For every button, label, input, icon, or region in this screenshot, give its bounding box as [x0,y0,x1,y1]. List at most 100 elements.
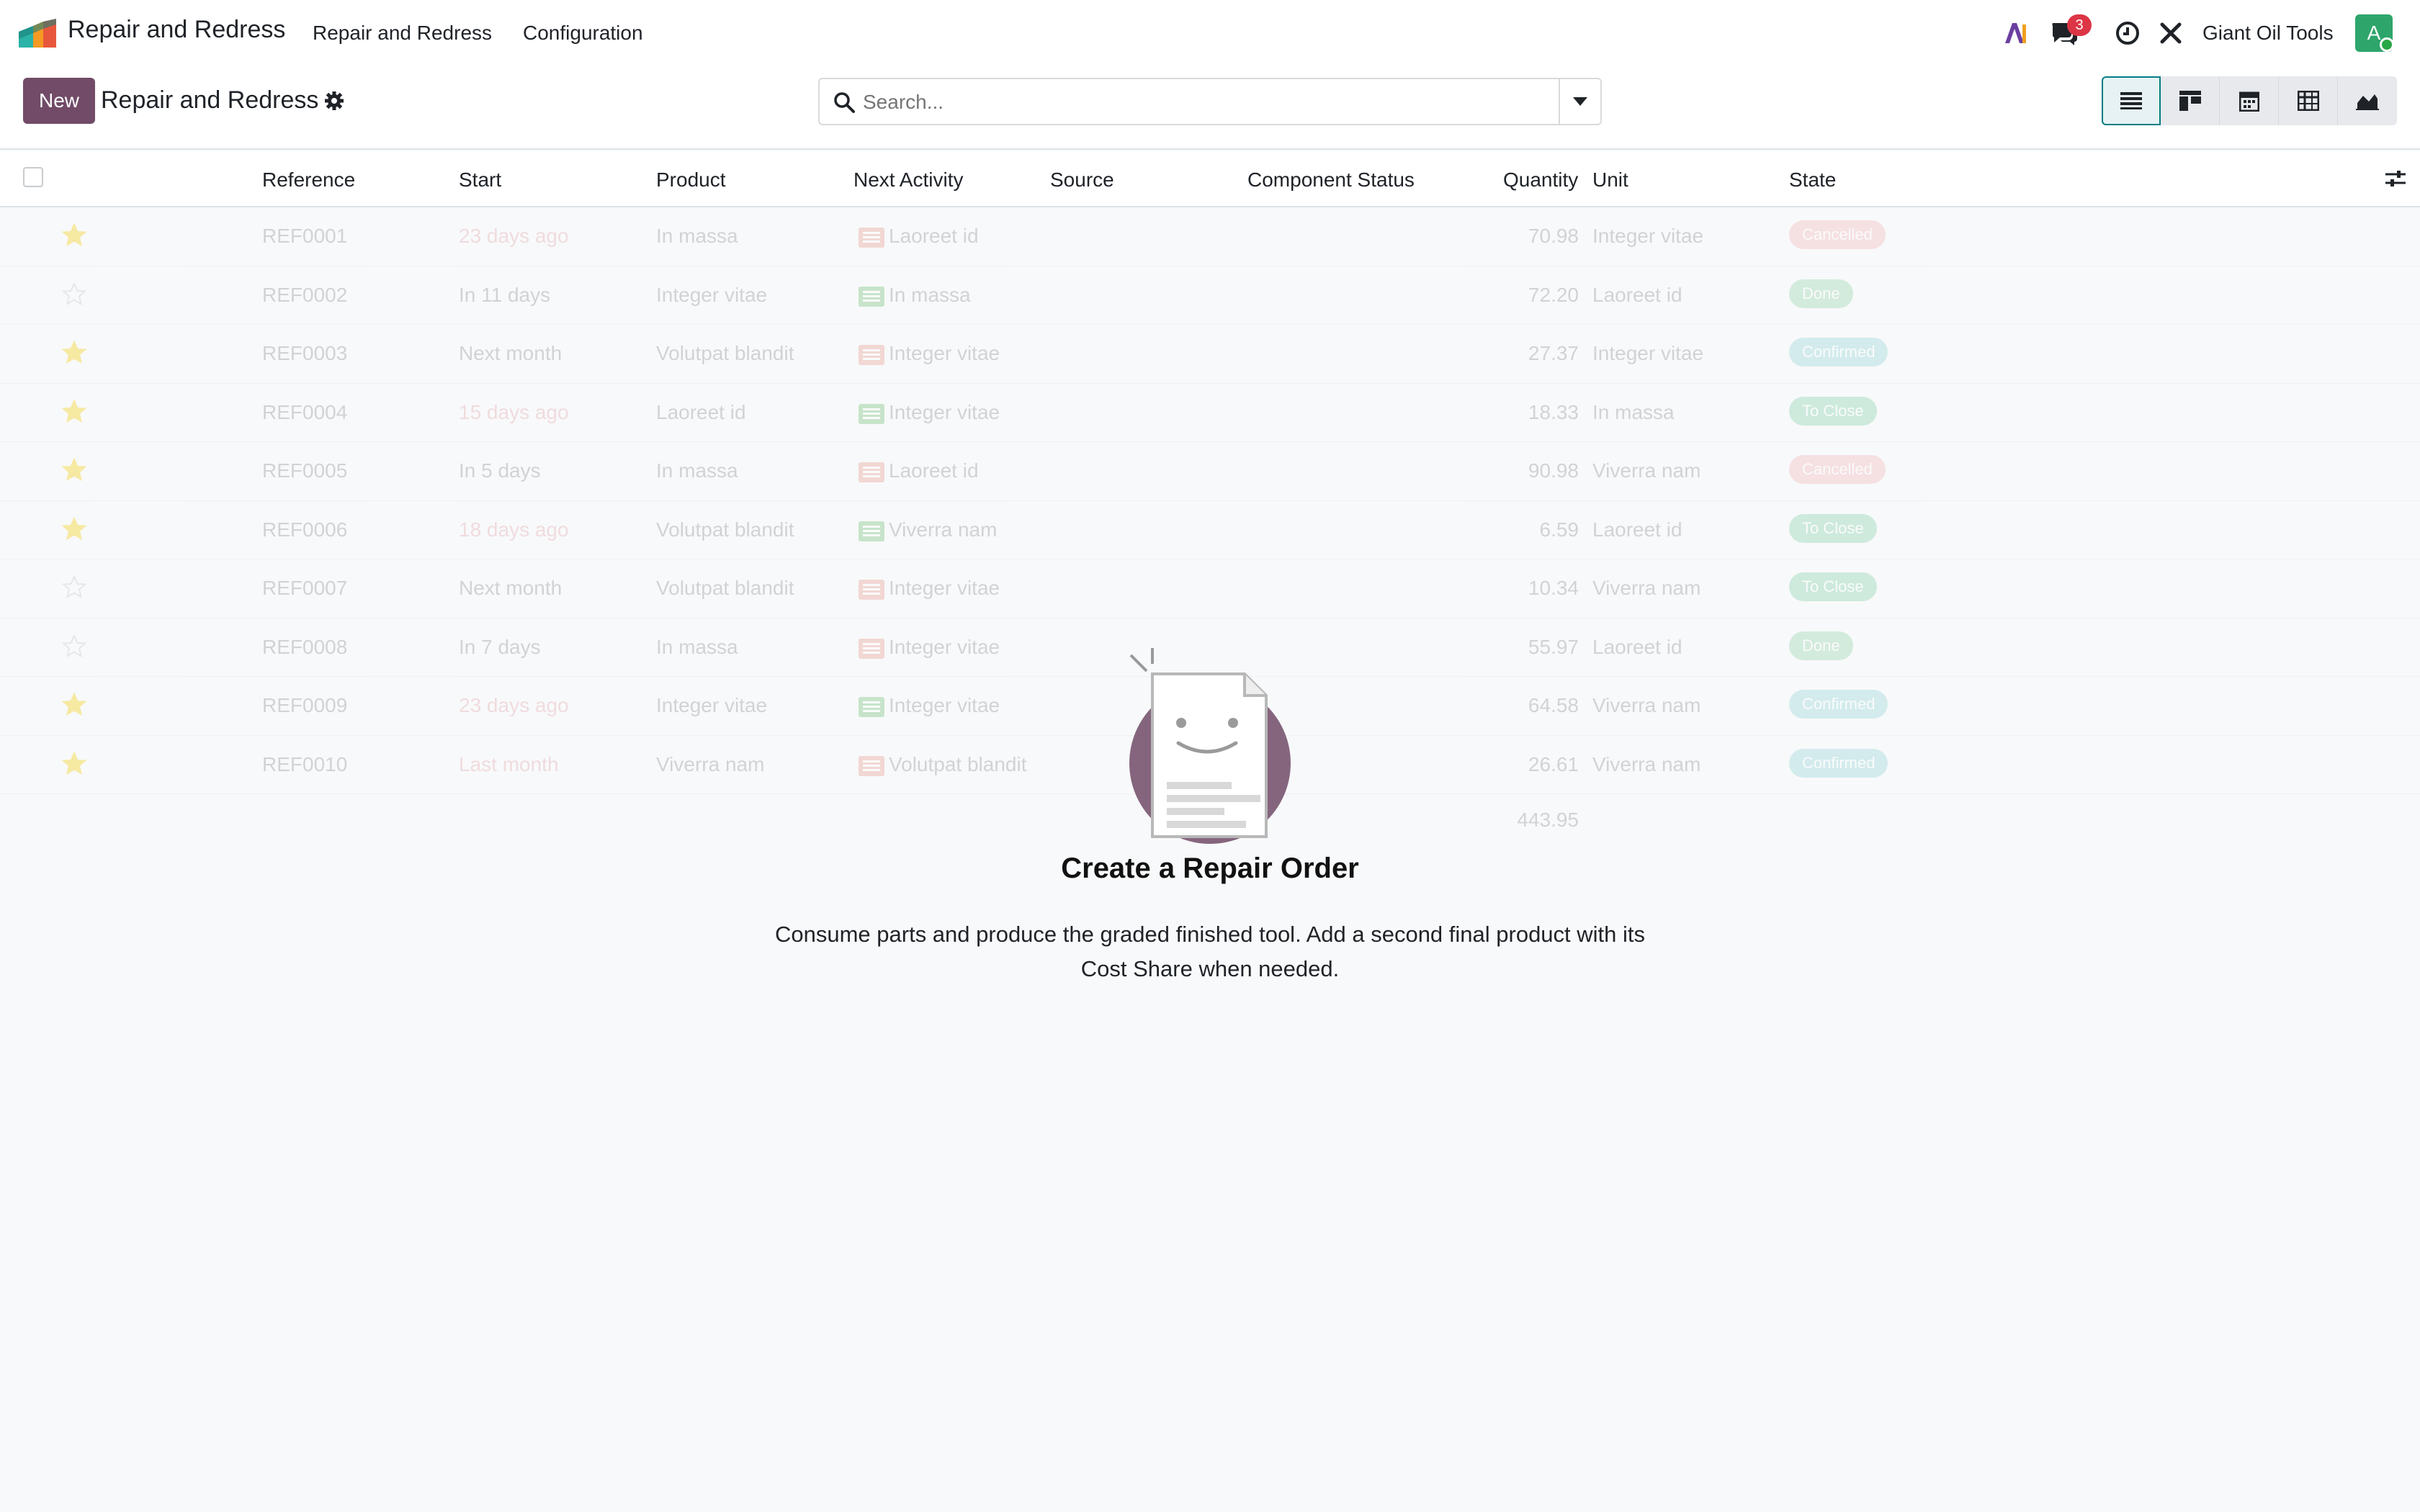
activity-list-icon[interactable] [859,580,884,600]
cell-unit: Viverra nam [1592,459,1701,482]
column-reference[interactable]: Reference [262,168,355,192]
favorite-star-icon[interactable] [62,458,86,482]
ai-icon[interactable] [2002,20,2028,46]
favorite-star-icon[interactable] [62,634,86,659]
cell-quantity: 70.98 [1528,225,1579,247]
company-switcher[interactable]: Giant Oil Tools [2202,22,2334,45]
search-input[interactable] [863,88,1540,117]
favorite-star-icon[interactable] [62,751,86,776]
cell-quantity: 72.20 [1528,283,1579,306]
cell-next-activity[interactable]: Volutpat blandit [889,753,1027,776]
cell-start: 23 days ago [459,694,569,716]
cell-reference: REF0005 [262,459,348,482]
control-panel: New Repair and Redress [0,66,2420,150]
cell-quantity: 55.97 [1528,635,1579,658]
debug-tools-icon[interactable] [2158,20,2184,46]
column-product[interactable]: Product [656,168,726,192]
cell-next-activity[interactable]: Integer vitae [889,577,1000,600]
status-badge: Confirmed [1789,690,1888,719]
activity-list-icon[interactable] [859,755,884,776]
app-logo-icon[interactable] [19,19,56,48]
cell-next-activity[interactable]: Viverra nam [889,518,997,541]
column-component-status[interactable]: Component Status [1247,168,1415,192]
document-smile-illustration [1129,648,1291,844]
cell-next-activity[interactable]: Laoreet id [889,459,979,482]
column-unit[interactable]: Unit [1592,168,1628,192]
cell-next-activity[interactable]: Integer vitae [889,342,1000,365]
cell-start: 23 days ago [459,225,569,247]
column-next-activity[interactable]: Next Activity [853,168,963,192]
cell-product: Volutpat blandit [656,577,794,599]
table-row[interactable]: REF0004 15 days ago Laoreet id Integer vita… [0,384,2420,442]
menu-configuration[interactable]: Configuration [523,22,643,45]
cell-quantity: 18.33 [1528,400,1579,423]
pivot-view-button[interactable] [2279,76,2338,125]
view-switcher [2102,76,2397,125]
top-navbar: Repair and Redress Repair and Redress Co… [0,0,2420,66]
cell-reference: REF0007 [262,577,348,599]
select-all-checkbox[interactable] [23,167,43,187]
app-brand[interactable]: Repair and Redress [68,16,285,44]
table-row[interactable]: REF0005 In 5 days In massa Laoreet id 90.98 V… [0,442,2420,501]
cell-start: Next month [459,342,563,364]
cell-product: Laoreet id [656,400,746,423]
favorite-star-icon[interactable] [62,575,86,600]
cell-unit: Viverra nam [1592,577,1701,599]
status-badge: Confirmed [1789,748,1888,778]
activity-list-icon[interactable] [859,286,884,307]
favorite-star-icon[interactable] [62,282,86,307]
cell-product: In massa [656,225,738,247]
activity-list-icon[interactable] [859,462,884,482]
column-quantity[interactable]: Quantity [1503,168,1578,192]
activity-clock-icon[interactable] [2115,20,2141,46]
activity-list-icon[interactable] [859,403,884,424]
status-badge: Cancelled [1789,455,1886,484]
cell-unit: In massa [1592,400,1675,423]
new-button[interactable]: New [23,78,95,124]
favorite-star-icon[interactable] [62,516,86,541]
activity-list-icon[interactable] [859,345,884,365]
cell-next-activity[interactable]: In massa [889,284,971,307]
activity-list-icon[interactable] [859,697,884,717]
table-row[interactable]: REF0001 23 days ago In massa Laoreet id 70.9… [0,207,2420,266]
cell-reference: REF0009 [262,694,348,716]
cell-unit: Viverra nam [1592,752,1701,775]
favorite-star-icon[interactable] [62,693,86,717]
favorite-star-icon[interactable] [62,399,86,424]
cell-unit: Viverra nam [1592,694,1701,716]
cell-reference: REF0004 [262,400,348,423]
list-view-button[interactable] [2102,76,2161,125]
column-source[interactable]: Source [1050,168,1114,192]
table-row[interactable]: REF0002 In 11 days Integer vitae In massa 72… [0,266,2420,325]
column-start[interactable]: Start [459,168,501,192]
cell-next-activity[interactable]: Laoreet id [889,225,979,248]
search-options-toggle[interactable] [1559,79,1600,124]
activity-list-icon[interactable] [859,228,884,248]
cell-next-activity[interactable]: Integer vitae [889,694,1000,717]
column-state[interactable]: State [1789,168,1836,192]
table-row[interactable]: REF0006 18 days ago Volutpat blandit Viverr… [0,501,2420,559]
cell-product: Integer vitae [656,694,768,716]
activity-list-icon[interactable] [859,638,884,659]
activity-list-icon[interactable] [859,521,884,541]
graph-view-button[interactable] [2338,76,2397,125]
gear-icon[interactable] [324,91,344,111]
cell-start: In 7 days [459,635,541,658]
table-row[interactable]: REF0003 Next month Volutpat blandit Integer… [0,325,2420,384]
favorite-star-icon[interactable] [62,223,86,248]
status-badge: Done [1789,631,1853,660]
optional-columns-icon[interactable] [2384,167,2407,190]
list-header: Reference Start Product Next Activity So… [0,151,2420,207]
cell-reference: REF0006 [262,518,348,541]
pivot-view-icon [2297,91,2319,111]
calendar-view-button[interactable] [2220,76,2279,125]
cell-next-activity[interactable]: Integer vitae [889,636,1000,659]
favorite-star-icon[interactable] [62,341,86,365]
cell-product: In massa [656,459,738,482]
cell-next-activity[interactable]: Integer vitae [889,401,1000,424]
cell-start: 15 days ago [459,400,569,423]
menu-repair-and-redress[interactable]: Repair and Redress [313,22,492,45]
table-row[interactable]: REF0007 Next month Volutpat blandit Integer… [0,559,2420,618]
kanban-view-button[interactable] [2161,76,2220,125]
cell-start: In 5 days [459,459,541,482]
